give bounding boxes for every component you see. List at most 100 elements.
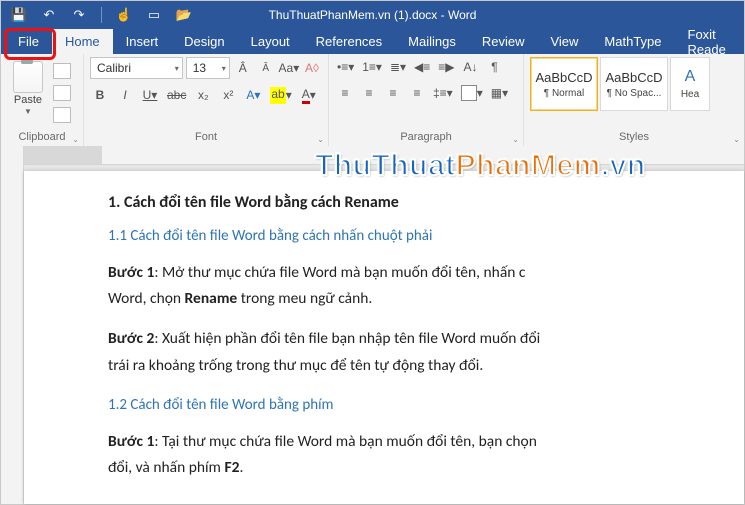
doc-paragraph[interactable]: Bước 2: Xuất hiện phần đổi tên file bạn … — [108, 326, 744, 379]
group-clipboard: Paste ▼ Clipboard — [1, 54, 84, 146]
align-left-icon[interactable]: ≡ — [335, 83, 355, 103]
doc-text: trái ra khoảng trống trong thư mục để tê… — [108, 356, 483, 375]
doc-text: . — [239, 458, 243, 477]
quick-access-toolbar: 💾 ↶ ↷ ☝ ▭ 📂 — [1, 7, 198, 23]
font-name-combo[interactable]: Calibri — [90, 57, 183, 79]
highlight-color-icon[interactable]: ab▾ — [268, 85, 293, 105]
style-no-spacing[interactable]: AaBbCcD ¶ No Spac... — [600, 57, 668, 111]
clipboard-small-buttons — [53, 59, 71, 123]
shrink-font-icon[interactable]: Ǎ — [256, 58, 276, 78]
doc-heading-1[interactable]: 1. Cách đổi tên file Word bằng cách Rena… — [108, 189, 744, 216]
paste-label: Paste — [14, 94, 42, 106]
document-page[interactable]: 1. Cách đổi tên file Word bằng cách Rena… — [24, 171, 744, 504]
align-center-icon[interactable]: ≡ — [359, 83, 379, 103]
doc-step-label: Bước 2 — [108, 329, 154, 348]
line-spacing-icon[interactable]: ‡≡▾ — [431, 83, 455, 103]
group-label-styles: Styles — [530, 129, 738, 146]
italic-button[interactable]: I — [115, 85, 135, 105]
group-label-paragraph: Paragraph — [335, 129, 517, 146]
change-case-icon[interactable]: Aa▾ — [279, 58, 299, 78]
ribbon-tabs: File Home Insert Design Layout Reference… — [1, 29, 744, 54]
open-icon[interactable]: 📂 — [176, 7, 192, 23]
tab-mailings[interactable]: Mailings — [395, 29, 469, 54]
style-sample: A — [685, 68, 696, 86]
strike-button[interactable]: abc — [165, 85, 188, 105]
style-normal[interactable]: AaBbCcD ¶ Normal — [530, 57, 598, 111]
numbering-icon[interactable]: 1≡▾ — [360, 57, 384, 77]
doc-text: : Mở thư mục chứa file Word mà bạn muốn … — [154, 263, 525, 282]
paste-icon — [13, 61, 43, 93]
subscript-button[interactable]: x₂ — [193, 85, 213, 105]
doc-paragraph[interactable]: Bước 1: Mở thư mục chứa file Word mà bạn… — [108, 260, 744, 313]
bullets-icon[interactable]: •≡▾ — [335, 57, 356, 77]
redo-icon[interactable]: ↷ — [71, 7, 87, 23]
style-heading[interactable]: A Hea — [670, 57, 710, 111]
doc-text: đổi, và nhấn phím — [108, 458, 224, 477]
horizontal-ruler[interactable] — [24, 146, 744, 165]
tab-file[interactable]: File — [5, 29, 52, 54]
sort-icon[interactable]: A↓ — [460, 57, 480, 77]
bold-button[interactable]: B — [90, 85, 110, 105]
doc-text: : Tại thư mục chứa file Word mà bạn muốn… — [154, 432, 536, 451]
undo-icon[interactable]: ↶ — [41, 7, 57, 23]
doc-text: Word, chọn — [108, 289, 185, 308]
font-color-icon[interactable]: A▾ — [299, 85, 319, 105]
style-sample: AaBbCcD — [605, 70, 662, 85]
new-doc-icon[interactable]: ▭ — [146, 7, 162, 23]
group-styles: AaBbCcD ¶ Normal AaBbCcD ¶ No Spac... A … — [524, 54, 744, 146]
justify-icon[interactable]: ≡ — [407, 83, 427, 103]
style-name: ¶ Normal — [533, 88, 595, 99]
increase-indent-icon[interactable]: ≡▶ — [436, 57, 456, 77]
style-name: ¶ No Spac... — [603, 88, 665, 99]
font-size-combo[interactable]: 13 — [186, 57, 230, 79]
doc-step-label: Bước 1 — [108, 263, 154, 282]
doc-text: : Xuất hiện phần đổi tên file bạn nhập t… — [154, 329, 540, 348]
superscript-button[interactable]: x² — [218, 85, 238, 105]
doc-subheading-11[interactable]: 1.1 Cách đổi tên file Word bằng cách nhấ… — [108, 224, 744, 250]
paste-button[interactable]: Paste ▼ — [7, 59, 49, 116]
tab-design[interactable]: Design — [171, 29, 237, 54]
show-marks-icon[interactable]: ¶ — [484, 57, 504, 77]
tab-mathtype[interactable]: MathType — [591, 29, 674, 54]
qat-separator — [101, 7, 102, 23]
group-paragraph: •≡▾ 1≡▾ ≣▾ ◀≡ ≡▶ A↓ ¶ ≡ ≡ ≡ ≡ ‡≡▾ ▾ ▦▾ — [329, 54, 524, 146]
workspace: 1. Cách đổi tên file Word bằng cách Rena… — [1, 146, 744, 504]
group-label-clipboard: Clipboard — [7, 129, 77, 146]
underline-button[interactable]: U▾ — [140, 85, 160, 105]
tab-insert[interactable]: Insert — [113, 29, 172, 54]
decrease-indent-icon[interactable]: ◀≡ — [412, 57, 432, 77]
doc-subheading-12[interactable]: 1.2 Cách đổi tên file Word bằng phím — [108, 393, 744, 419]
format-painter-icon[interactable] — [53, 107, 71, 123]
align-right-icon[interactable]: ≡ — [383, 83, 403, 103]
clear-format-icon[interactable]: A◊ — [302, 58, 322, 78]
cut-icon[interactable] — [53, 63, 71, 79]
doc-step-label: Bước 1 — [108, 432, 154, 451]
tab-view[interactable]: View — [537, 29, 591, 54]
grow-font-icon[interactable]: Â — [233, 58, 253, 78]
tab-review[interactable]: Review — [469, 29, 538, 54]
tab-references[interactable]: References — [303, 29, 395, 54]
doc-bold: Rename — [185, 289, 238, 308]
copy-icon[interactable] — [53, 85, 71, 101]
style-sample: AaBbCcD — [535, 70, 592, 85]
shading-icon[interactable]: ▾ — [459, 83, 485, 103]
tab-home[interactable]: Home — [52, 29, 113, 54]
style-name: Hea — [673, 89, 707, 100]
group-label-font: Font — [90, 129, 322, 146]
word-window: 💾 ↶ ↷ ☝ ▭ 📂 ThuThuatPhanMem.vn (1).docx … — [0, 0, 745, 505]
tab-layout[interactable]: Layout — [238, 29, 303, 54]
tab-foxit[interactable]: Foxit Reade — [675, 29, 744, 54]
text-effects-icon[interactable]: A▾ — [243, 85, 263, 105]
borders-icon[interactable]: ▦▾ — [489, 83, 510, 103]
doc-paragraph[interactable]: Bước 1: Tại thư mục chứa file Word mà bạ… — [108, 429, 744, 482]
touch-mode-icon[interactable]: ☝ — [116, 7, 132, 23]
ribbon: Paste ▼ Clipboard Calibri 13 Â Ǎ — [1, 54, 744, 147]
title-bar: 💾 ↶ ↷ ☝ ▭ 📂 ThuThuatPhanMem.vn (1).docx … — [1, 1, 744, 29]
save-icon[interactable]: 💾 — [11, 7, 27, 23]
doc-bold: F2 — [224, 458, 239, 477]
document-body[interactable]: 1. Cách đổi tên file Word bằng cách Rena… — [108, 189, 744, 481]
group-font: Calibri 13 Â Ǎ Aa▾ A◊ B I U▾ abc x₂ x²… — [84, 54, 329, 146]
vertical-ruler[interactable] — [1, 146, 24, 504]
doc-text: trong meu ngữ cảnh. — [237, 289, 372, 308]
multilevel-icon[interactable]: ≣▾ — [388, 57, 408, 77]
